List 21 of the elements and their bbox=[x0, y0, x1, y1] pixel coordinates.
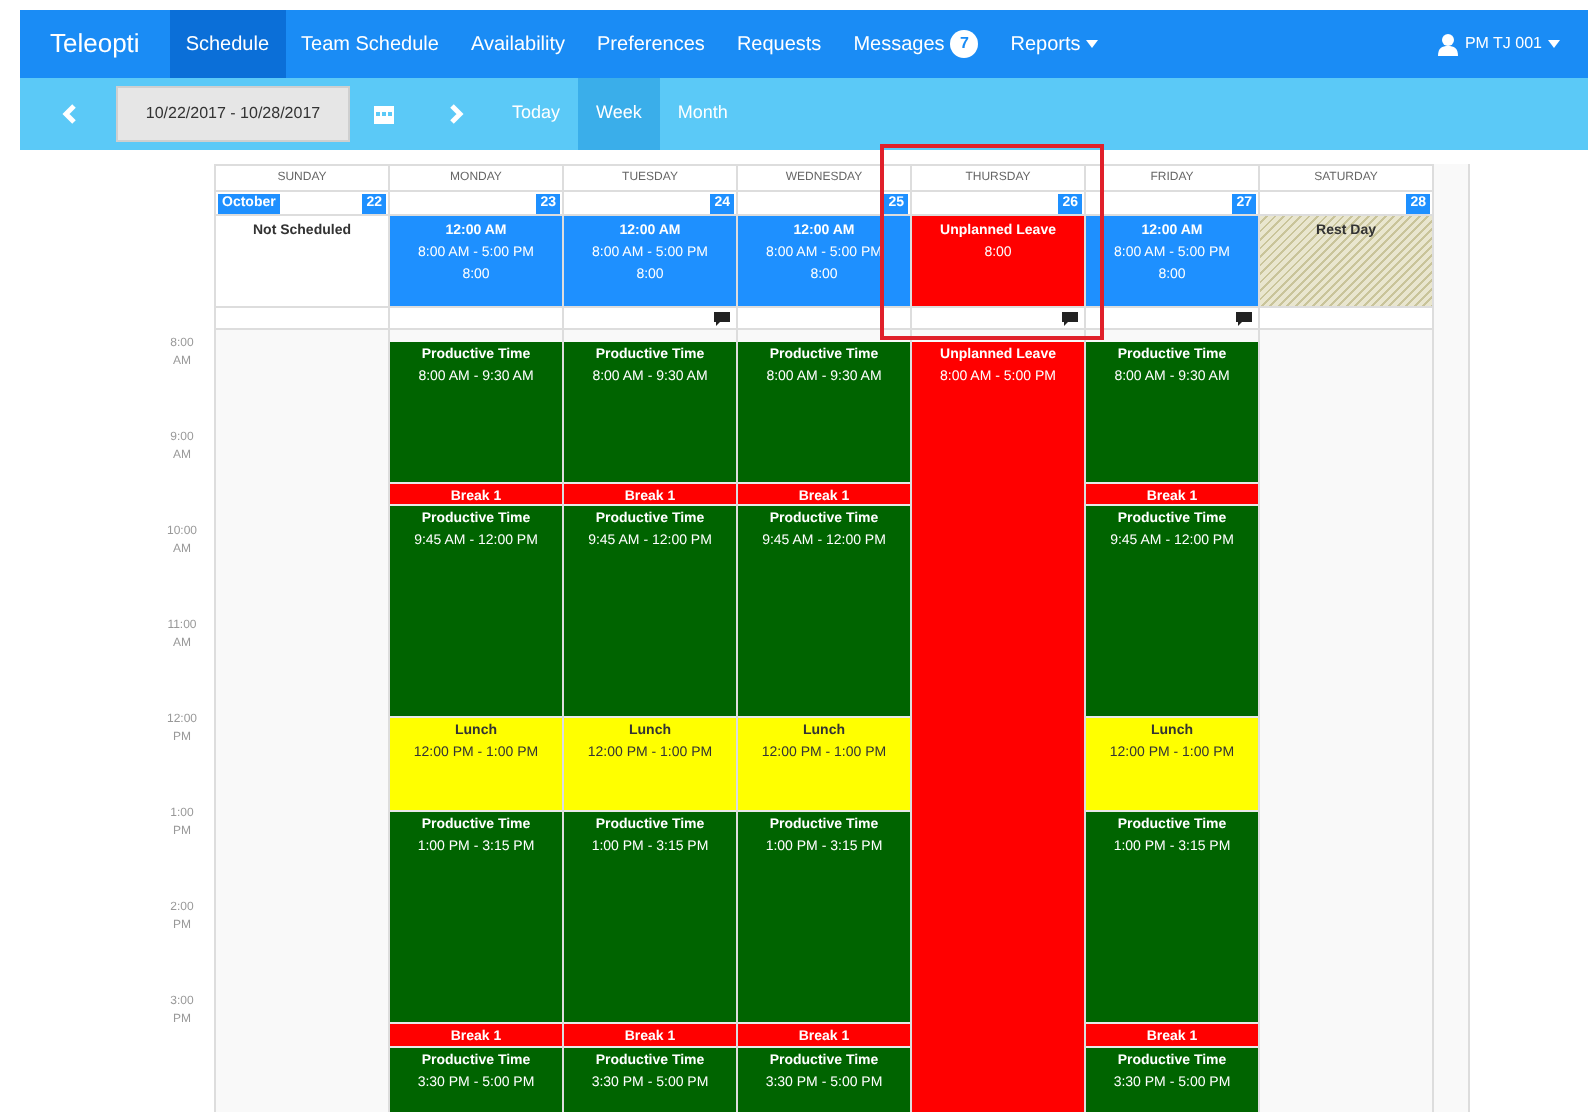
date-range-field[interactable]: 10/22/2017 - 10/28/2017 bbox=[116, 86, 350, 142]
message-count-badge: 7 bbox=[950, 30, 979, 58]
nav-tab[interactable]: Reports bbox=[994, 10, 1115, 78]
caret-icon bbox=[1548, 40, 1560, 48]
nav-tab[interactable]: Requests bbox=[720, 10, 838, 78]
caret-icon bbox=[1086, 40, 1099, 48]
user-icon bbox=[1438, 33, 1459, 55]
chevron-left-icon bbox=[61, 104, 75, 124]
nav-tab[interactable]: Messages 7 bbox=[837, 10, 995, 78]
nav-tab[interactable]: Preferences bbox=[581, 10, 721, 78]
comment-icon[interactable] bbox=[714, 311, 730, 325]
brand-logo[interactable]: Teleopti bbox=[20, 24, 170, 64]
nav-tab[interactable]: Availability bbox=[454, 10, 582, 78]
user-menu[interactable]: PM TJ 001 bbox=[1438, 32, 1588, 56]
nav-tab[interactable]: Team Schedule bbox=[285, 10, 455, 78]
nav-tab[interactable]: Schedule bbox=[169, 10, 286, 78]
comment-icon[interactable] bbox=[1236, 311, 1252, 325]
comment-icon[interactable] bbox=[1062, 311, 1078, 325]
chevron-right-icon bbox=[449, 104, 463, 124]
calendar-icon bbox=[374, 104, 394, 124]
view-tab[interactable]: Week bbox=[578, 78, 660, 150]
